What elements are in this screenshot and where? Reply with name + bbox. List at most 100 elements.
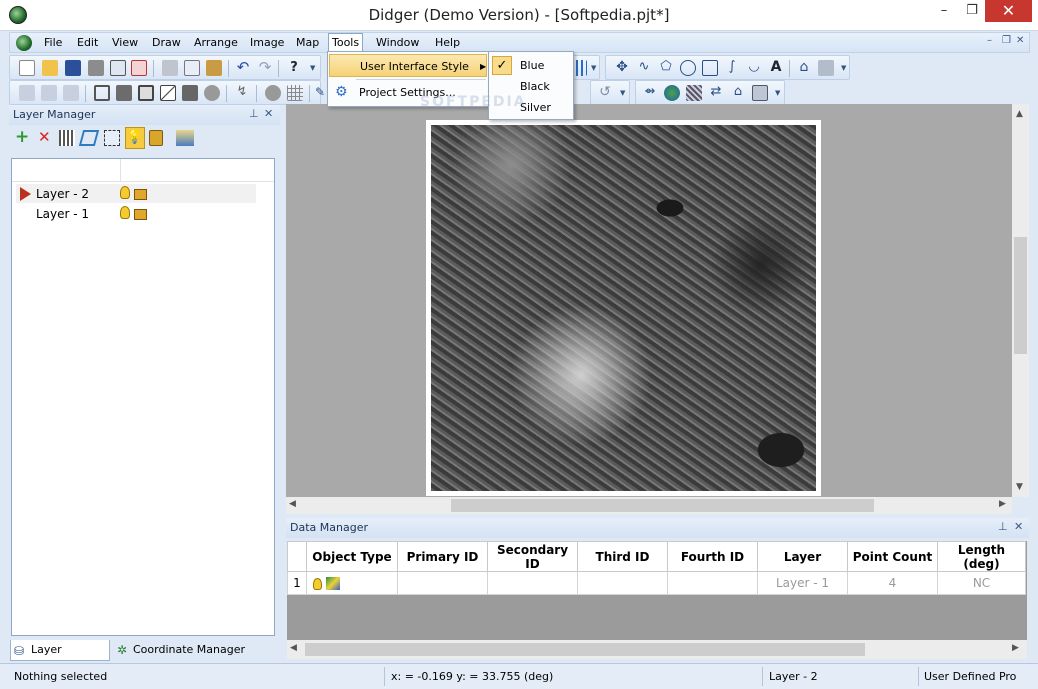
mdi-restore-button[interactable]: ❐ [1002,35,1011,46]
column-header[interactable]: Layer [757,541,848,572]
toolbar-overflow-icon[interactable]: ▼ [620,87,627,99]
help-icon[interactable]: ? [286,60,302,76]
menu-map[interactable]: Map [293,35,322,52]
to-back-icon[interactable] [116,85,132,101]
map-view[interactable] [286,104,1029,497]
group-icon[interactable] [204,85,220,101]
column-header[interactable]: Secondary ID [487,541,578,572]
mdi-minimize-button[interactable]: – [987,35,992,46]
scale-icon[interactable]: ⌂ [730,85,746,101]
add-layer-icon[interactable]: + [15,129,29,146]
align-center-icon[interactable] [41,85,57,101]
toolbar-overflow-icon[interactable]: ▼ [591,62,598,74]
horizontal-scroll-thumb[interactable] [451,499,874,512]
visible-bulb-icon[interactable] [120,186,130,199]
open-folder-icon[interactable] [42,60,58,76]
grid-scroll-thumb[interactable] [305,643,865,656]
maximize-button[interactable]: ❐ [957,0,987,22]
backward-icon[interactable] [160,85,176,101]
align-right-icon[interactable] [63,85,79,101]
select-layer-icon[interactable] [104,130,120,146]
scroll-left-icon[interactable]: ◀ [290,643,297,653]
style-option-blue[interactable]: ✓ Blue [490,54,572,77]
layer-properties-icon[interactable] [176,130,194,146]
hatch-icon[interactable] [686,85,702,101]
panel-close-icon[interactable]: ✕ [1014,520,1023,533]
print-icon[interactable] [88,60,104,76]
curve-icon[interactable]: ◡ [746,60,762,76]
menu-edit[interactable]: Edit [74,35,101,52]
save-icon[interactable] [65,60,81,76]
minimize-button[interactable]: – [929,0,959,22]
unlocked-icon[interactable] [134,189,147,200]
horizontal-scrollbar[interactable]: ◀ ▶ [286,497,1012,514]
tab-layer-manager[interactable]: ⛁ Layer Manager [10,640,110,675]
toolbar-overflow-icon[interactable]: ▼ [841,62,848,74]
column-header[interactable]: Point Count [847,541,938,572]
tab-coordinate-manager[interactable]: ✲ Coordinate Manager [113,640,253,661]
panel-close-icon[interactable]: ✕ [264,107,273,120]
layers-stack-icon[interactable] [752,85,768,101]
scroll-left-icon[interactable]: ◀ [289,499,296,509]
menu-file[interactable]: File [41,35,65,52]
point-icon[interactable]: ✥ [614,60,630,76]
new-icon[interactable] [19,60,35,76]
to-front-icon[interactable] [94,85,110,101]
document-globe-icon[interactable] [16,35,32,51]
column-header[interactable]: Object Type [306,541,398,572]
scroll-up-icon[interactable]: ▲ [1016,109,1023,119]
column-header[interactable]: Length (deg) [937,541,1026,572]
rectangle-icon[interactable] [702,60,718,76]
cut-icon[interactable] [162,60,178,76]
delete-layer-icon[interactable]: ✕ [38,129,51,145]
menu-tools[interactable]: Tools [328,33,364,52]
menu-draw[interactable]: Draw [149,35,184,52]
copy-icon[interactable] [184,60,200,76]
print-preview-icon[interactable] [131,60,147,76]
column-header[interactable]: Primary ID [397,541,488,572]
spline-icon[interactable]: ∫ [724,60,740,76]
globe-icon[interactable] [664,85,680,101]
column-header[interactable]: Third ID [577,541,668,572]
menu-view[interactable]: View [109,35,141,52]
toolbar-overflow-icon[interactable]: ▼ [775,87,782,99]
export-icon[interactable] [110,60,126,76]
paste-icon[interactable] [206,60,222,76]
redo-icon[interactable]: ↷ [257,60,273,76]
scroll-right-icon[interactable]: ▶ [999,499,1006,509]
length-cell[interactable]: NC [937,571,1026,595]
menu-item-user-interface-style[interactable]: User Interface Style ▶ [329,54,487,77]
primary-id-cell[interactable] [397,571,488,595]
close-button[interactable]: ✕ [985,0,1032,22]
text-icon[interactable]: A [768,60,784,76]
visibility-bulb-icon[interactable]: 💡 [125,127,145,149]
pin-icon[interactable]: ⊥ [249,107,259,120]
ellipse-icon[interactable] [680,60,696,76]
menu-window[interactable]: Window [373,35,422,52]
layer-points-icon[interactable] [59,130,75,146]
forward-icon[interactable] [138,85,154,101]
scroll-right-icon[interactable]: ▶ [1012,643,1019,653]
fourth-id-cell[interactable] [667,571,758,595]
symbol-icon[interactable] [818,60,834,76]
point-count-cell[interactable]: 4 [847,571,938,595]
rotate-icon[interactable]: ↺ [597,85,613,101]
grid-horizontal-scrollbar[interactable]: ◀ ▶ [287,640,1027,659]
undo-icon[interactable]: ↶ [235,60,251,76]
secondary-id-cell[interactable] [487,571,578,595]
move-icon[interactable]: ⇄ [708,85,724,101]
transform-icon[interactable]: ⇴ [642,85,658,101]
layer-row[interactable]: Layer - 2 [16,184,256,203]
align-left-icon[interactable] [19,85,35,101]
visible-bulb-icon[interactable] [120,206,130,219]
home-icon[interactable]: ⌂ [796,60,812,76]
polyline-icon[interactable]: ∿ [636,60,652,76]
layer-row[interactable]: Layer - 1 [16,204,256,223]
layer-cell[interactable]: Layer - 1 [757,571,848,595]
vertical-scrollbar[interactable]: ▲ ▼ [1012,104,1029,497]
layer-stack-icon[interactable] [78,130,100,146]
menu-image[interactable]: Image [247,35,287,52]
grid-mesh-icon[interactable] [287,85,303,101]
column-header[interactable]: Fourth ID [667,541,758,572]
polygon-icon[interactable]: ⬠ [658,60,674,76]
